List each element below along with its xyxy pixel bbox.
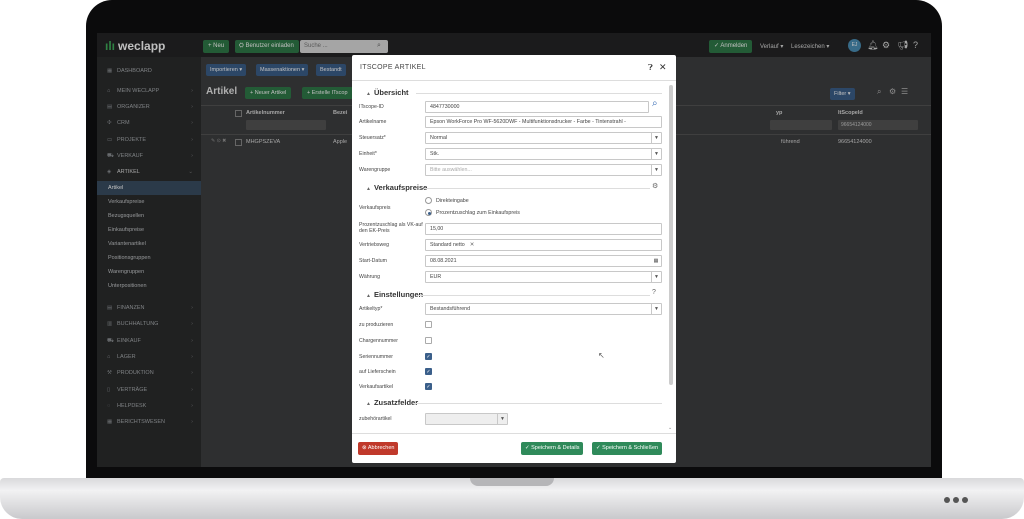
article-type-label: Artikeltyp* [359, 306, 383, 312]
currency-select[interactable]: EUR ▼ [425, 271, 662, 283]
itscope-id-input[interactable]: 4847730000 [425, 101, 649, 113]
markup-label: Prozentzuschlag als VK-auf den EK-Preis [359, 222, 423, 234]
produce-checkbox[interactable] [425, 321, 432, 328]
modal-scrollbar[interactable] [669, 85, 673, 385]
unit-select[interactable]: Stk. ▼ [425, 148, 662, 160]
cancel-button[interactable]: ⊗ Abbrechen [358, 442, 399, 455]
article-name-input[interactable]: Epson WorkForce Pro WF-5620DWF - Multifu… [425, 116, 662, 128]
produce-label: zu produzieren [359, 322, 394, 328]
markup-input[interactable]: 15,00 [425, 223, 662, 235]
scroll-down-icon[interactable]: ⌄ [668, 425, 672, 431]
chevron-down-icon: ▼ [651, 304, 661, 314]
sales-article-label: Verkaufsartikel [359, 384, 394, 390]
tax-label: Steuersatz* [359, 135, 386, 141]
sales-channel-input[interactable]: Standard netto ✕ [425, 239, 662, 251]
section-divider [416, 93, 662, 94]
remove-tag-icon[interactable]: ✕ [470, 242, 474, 248]
laptop-indicator-dot [962, 497, 968, 503]
radio-direct-entry[interactable] [425, 197, 432, 204]
section-divider [414, 403, 662, 404]
currency-label: Währung [359, 274, 381, 280]
batch-number-label: Chargennummer [359, 338, 398, 344]
start-date-input[interactable]: 08.08.2021 ▦ [425, 255, 662, 267]
section-header-sales-prices[interactable]: ▲ Verkaufspreise [366, 183, 427, 192]
start-date-label: Start-Datum [359, 258, 387, 264]
sales-article-checkbox[interactable]: ✓ [425, 383, 432, 390]
itscope-id-label: ITscope-ID [359, 104, 384, 110]
chevron-down-icon: ▼ [651, 165, 661, 175]
product-group-label: Warengruppe [359, 167, 391, 173]
delivery-note-label: auf Lieferschein [359, 369, 396, 375]
sales-price-label: Verkaufspreis [359, 205, 391, 211]
delivery-note-checkbox[interactable]: ✓ [425, 368, 432, 375]
modal-header: ITSCOPE ARTIKEL ❓︎ ✕ [352, 55, 676, 81]
serial-number-checkbox[interactable]: ✓ [425, 353, 432, 360]
radio-direct-entry-label: Direkteingabe [436, 198, 469, 204]
tax-select[interactable]: Normal ▼ [425, 132, 662, 144]
accessory-article-select[interactable]: ▼ [425, 413, 508, 425]
chevron-down-icon: ▼ [651, 133, 661, 143]
help-icon[interactable]: ? [652, 289, 656, 296]
product-group-select[interactable]: Bitte auswählen... ▼ [425, 164, 662, 176]
laptop-indicator-dot [944, 497, 950, 503]
caret-down-icon: ▲ [366, 186, 371, 192]
help-icon[interactable]: ❓︎ [648, 63, 653, 73]
chevron-down-icon: ▼ [497, 414, 507, 424]
app-screen: ılı weclapp + Neu ⛭ Benutzer einladen Suc… [97, 33, 931, 467]
calendar-icon[interactable]: ▦ [651, 256, 661, 266]
save-close-button[interactable]: ✓ Speichern & Schließen [592, 442, 663, 455]
save-details-button[interactable]: ✓ Speichern & Details [521, 442, 584, 455]
radio-markup-label: Prozentzuschlag zum Einkaufspreis [436, 210, 520, 216]
section-header-overview[interactable]: ▲ Übersicht [366, 88, 409, 97]
sales-channel-label: Vertriebsweg [359, 242, 389, 248]
caret-down-icon: ▲ [366, 293, 371, 299]
mouse-cursor-icon: ↖ [598, 351, 605, 360]
modal-footer: ⊗ Abbrechen ✓ Speichern & Details ✓ Spei… [352, 433, 676, 463]
serial-number-label: Seriennummer [359, 354, 394, 360]
caret-down-icon: ▲ [366, 401, 371, 407]
chevron-down-icon: ▼ [651, 149, 661, 159]
radio-markup[interactable] [425, 209, 432, 216]
modal-title: ITSCOPE ARTIKEL [360, 64, 426, 71]
caret-down-icon: ▲ [366, 91, 371, 97]
search-icon[interactable]: ⌕ [652, 98, 658, 109]
article-type-select[interactable]: Bestandsführend ▼ [425, 303, 662, 315]
close-icon[interactable]: ✕ [659, 62, 667, 73]
chevron-down-icon: ▼ [651, 272, 661, 282]
laptop-notch [470, 478, 554, 486]
section-header-settings[interactable]: ▲ Einstellungen [366, 290, 423, 299]
article-name-label: Artikelname [359, 119, 387, 125]
section-header-extra-fields[interactable]: ▲ Zusatzfelder [366, 398, 418, 407]
gear-icon[interactable]: ⚙ [652, 182, 658, 190]
unit-label: Einheit* [359, 151, 377, 157]
section-divider [424, 188, 650, 189]
batch-number-checkbox[interactable] [425, 337, 432, 344]
laptop-indicator-dot [953, 497, 959, 503]
itscope-article-modal: ITSCOPE ARTIKEL ❓︎ ✕ ▲ Übersicht ITscope-… [352, 55, 676, 463]
accessory-article-label: zubehörartikel [359, 416, 392, 422]
section-divider [418, 295, 650, 296]
